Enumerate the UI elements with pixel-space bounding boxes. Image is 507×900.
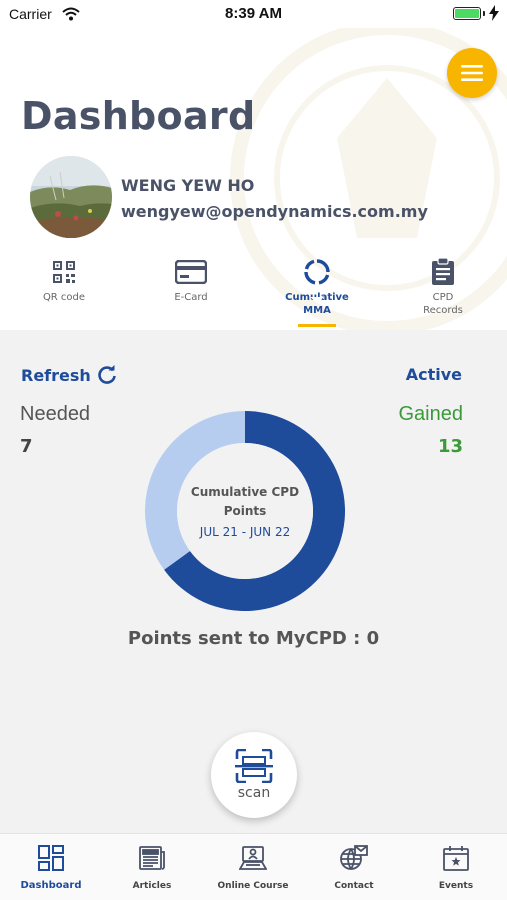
user-name: WENG YEW HO (121, 176, 255, 195)
dashboard-tabs: QR code E-Card Cumulative MMA CPD Record… (0, 256, 507, 330)
progress-ring-icon (304, 259, 330, 285)
refresh-icon (98, 365, 116, 384)
scan-button[interactable]: scan (211, 732, 297, 818)
chart-period: JUL 21 - JUN 22 (199, 525, 291, 539)
gained-label: Gained (398, 403, 464, 425)
bottom-navigation: Dashboard Articles Online Course Contact… (0, 833, 507, 900)
charging-bolt-icon (489, 5, 499, 25)
user-email: wengyew@opendynamics.com.my (121, 202, 428, 221)
nav-label: Dashboard (20, 880, 82, 891)
clipboard-icon (432, 258, 454, 285)
nav-item-dashboard[interactable]: Dashboard (1, 844, 101, 891)
dashboard-icon (38, 845, 64, 871)
globe-mail-icon (340, 845, 368, 870)
needed-value: 7 (20, 436, 33, 457)
qr-code-icon (53, 261, 75, 283)
gained-value: 13 (437, 436, 463, 457)
online-course-icon (239, 846, 267, 870)
nav-item-online-course[interactable]: Online Course (203, 844, 303, 891)
menu-button[interactable] (447, 48, 497, 98)
nav-label: Events (438, 881, 474, 891)
tab-label: CPD Records (423, 292, 463, 316)
tab-cpd-records[interactable]: CPD Records (388, 256, 498, 317)
chart-title: Cumulative CPD Points (190, 485, 300, 518)
chart-center: Cumulative CPD Points JUL 21 - JUN 22 (145, 411, 345, 611)
tab-qr-code[interactable]: QR code (9, 256, 119, 304)
mycpd-points-text: Points sent to MyCPD : 0 (127, 628, 380, 649)
calendar-icon (443, 846, 469, 871)
tab-label: Cumulative MMA (285, 292, 349, 316)
active-tab-indicator (298, 324, 336, 327)
membership-status: Active (405, 365, 462, 384)
nav-item-articles[interactable]: Articles (102, 844, 202, 891)
clock: 8:39 AM (225, 5, 282, 22)
refresh-label: Refresh (21, 365, 91, 385)
scan-icon (235, 749, 273, 783)
nav-item-contact[interactable]: Contact (304, 844, 404, 891)
id-card-icon (175, 260, 207, 284)
dashboard-header: Dashboard WENG YEW HO wengyew@opendynami… (0, 28, 507, 330)
hamburger-menu-icon (461, 65, 483, 81)
nav-label: Contact (334, 881, 374, 891)
nav-label: Online Course (217, 881, 289, 891)
tab-label: QR code (42, 292, 86, 303)
scan-label: scan (237, 785, 271, 801)
avatar (30, 156, 112, 238)
status-bar: Carrier 8:39 AM (0, 0, 507, 28)
nav-label: Articles (132, 881, 172, 891)
tab-pointer (310, 297, 324, 303)
tab-label: E-Card (174, 292, 208, 303)
nav-item-events[interactable]: Events (406, 844, 506, 891)
page-title: Dashboard (21, 94, 256, 138)
tab-e-card[interactable]: E-Card (136, 256, 246, 304)
battery-icon (453, 7, 481, 20)
newspaper-icon (139, 846, 165, 870)
needed-label: Needed (20, 403, 91, 425)
tab-cumulative-mma[interactable]: Cumulative MMA (262, 256, 372, 317)
refresh-button[interactable]: Refresh (21, 365, 117, 385)
cumulative-mma-panel: Refresh Active Needed 7 Gained 13 Cumula… (0, 330, 507, 833)
